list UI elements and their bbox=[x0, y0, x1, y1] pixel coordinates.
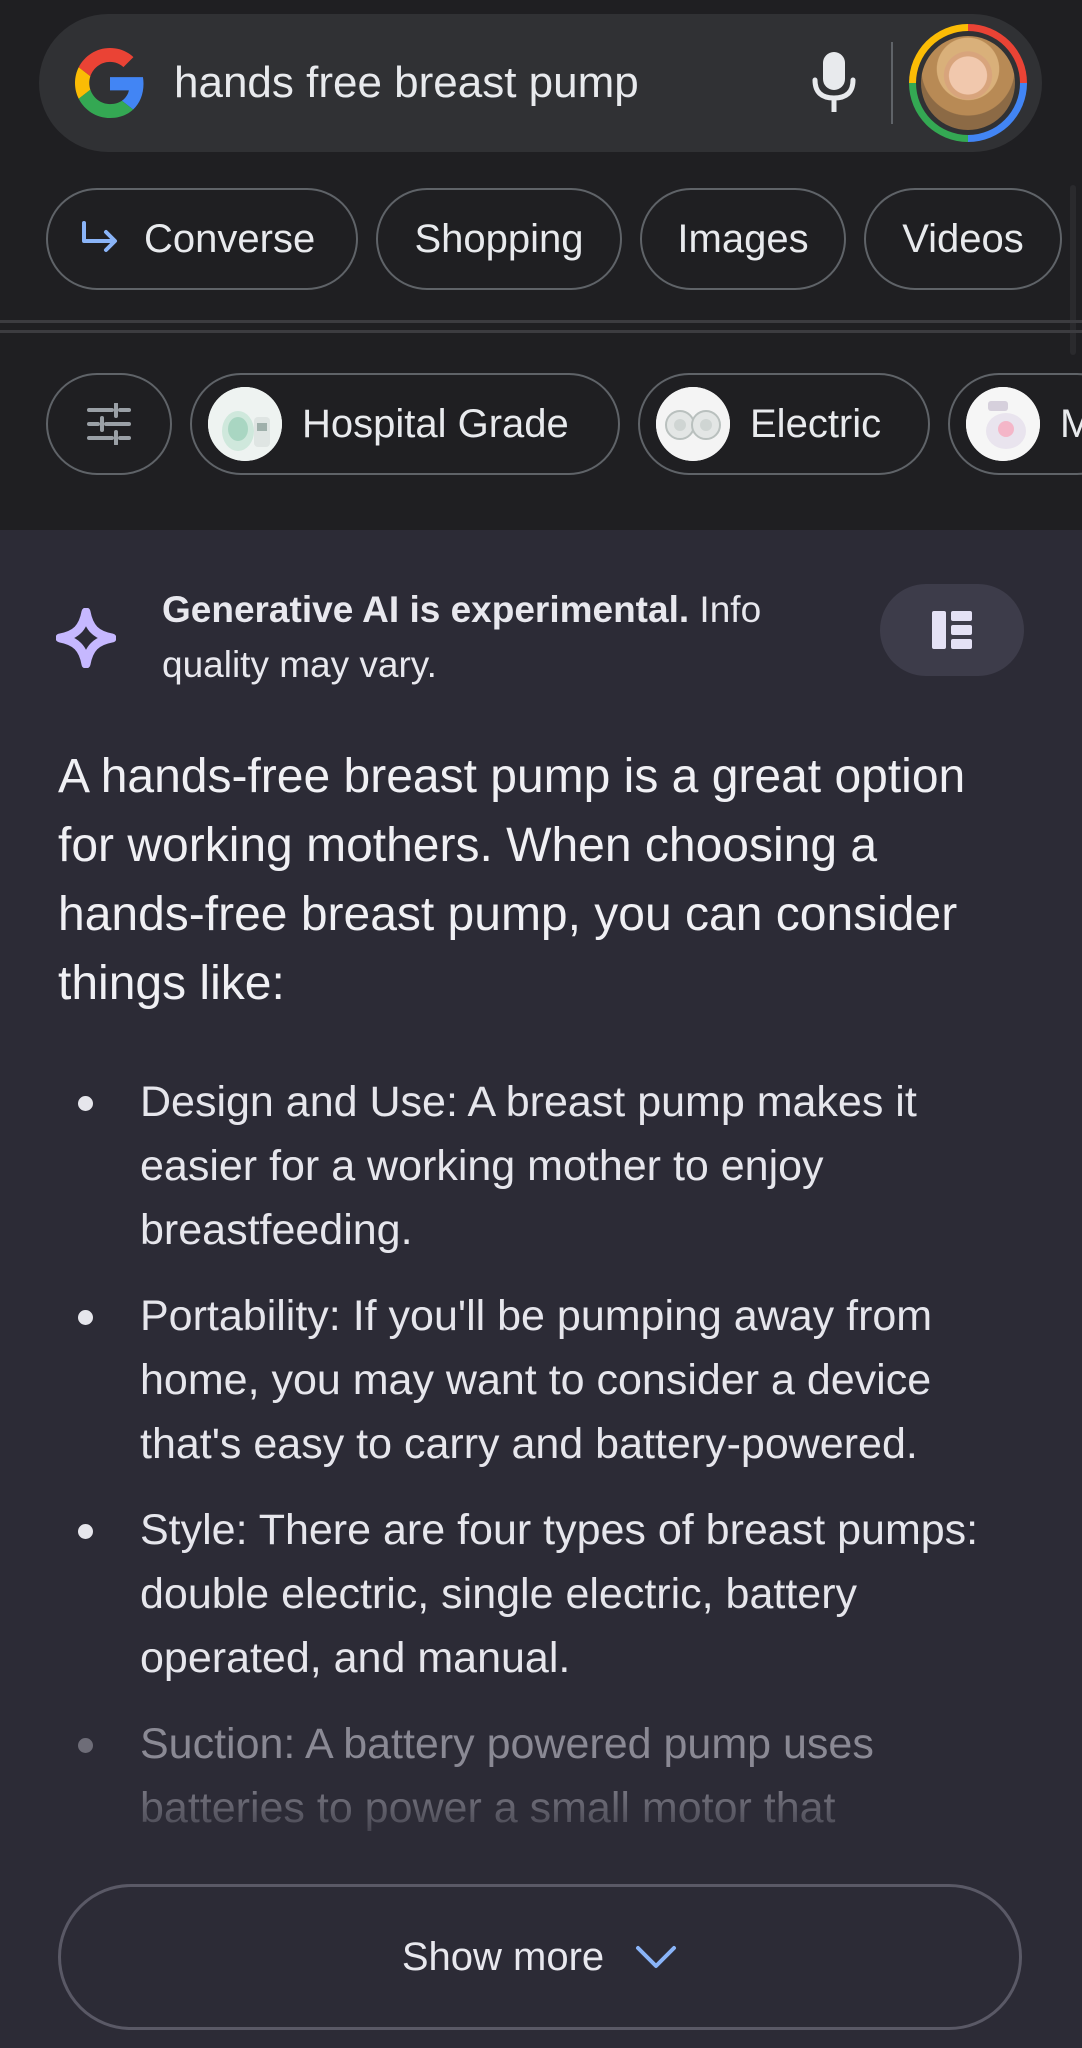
tab-shopping[interactable]: Shopping bbox=[376, 188, 622, 290]
filter-more-label: M bbox=[1060, 401, 1082, 446]
content-fade-overlay bbox=[0, 1770, 1082, 1890]
google-logo-icon bbox=[75, 48, 144, 118]
search-divider bbox=[891, 42, 893, 124]
ai-overview: Generative AI is experimental. Info qual… bbox=[0, 530, 1082, 2048]
ai-intro-paragraph: A hands-free breast pump is a great opti… bbox=[58, 750, 966, 1010]
bullet-dot bbox=[78, 1524, 93, 1539]
chevron-down-icon bbox=[636, 1946, 677, 1968]
list-item: Portability: If you'll be pumping away f… bbox=[58, 1284, 1028, 1476]
hospital-grade-thumbnail bbox=[208, 387, 282, 461]
tab-videos-label: Videos bbox=[902, 216, 1024, 261]
layout-list-icon bbox=[932, 611, 972, 649]
layout-toggle-button[interactable] bbox=[880, 584, 1024, 676]
generative-ai-sparkle-icon bbox=[56, 608, 116, 668]
list-item: Design and Use: A breast pump makes it e… bbox=[58, 1070, 1028, 1262]
microphone-icon[interactable] bbox=[807, 50, 861, 116]
ai-bullet-list: Design and Use: A breast pump makes it e… bbox=[58, 1070, 1028, 1862]
ai-disclaimer-bold: Generative AI is experimental. bbox=[162, 589, 690, 630]
tab-shopping-label: Shopping bbox=[414, 216, 584, 261]
filter-hospital-grade-label: Hospital Grade bbox=[302, 401, 569, 446]
tune-sliders-icon bbox=[87, 403, 131, 445]
account-avatar[interactable] bbox=[909, 24, 1027, 142]
search-query-text[interactable]: hands free breast pump bbox=[174, 14, 639, 152]
filter-hospital-grade[interactable]: Hospital Grade bbox=[190, 373, 620, 475]
tab-images[interactable]: Images bbox=[640, 188, 846, 290]
list-item-text: Design and Use: A breast pump makes it e… bbox=[140, 1078, 917, 1254]
filter-settings-button[interactable] bbox=[46, 373, 172, 475]
filter-electric[interactable]: Electric bbox=[638, 373, 930, 475]
avatar-photo bbox=[921, 36, 1015, 130]
ai-disclaimer: Generative AI is experimental. Info qual… bbox=[162, 582, 862, 692]
tab-videos[interactable]: Videos bbox=[864, 188, 1062, 290]
filter-more[interactable]: M bbox=[948, 373, 1082, 475]
tab-images-label: Images bbox=[677, 216, 809, 261]
bullet-dot bbox=[78, 1310, 93, 1325]
search-bar[interactable]: hands free breast pump bbox=[39, 14, 1042, 152]
bullet-dot bbox=[78, 1738, 93, 1753]
tab-converse[interactable]: Converse bbox=[46, 188, 358, 290]
list-item: Style: There are four types of breast pu… bbox=[58, 1498, 1028, 1690]
arrow-turn-right-icon bbox=[82, 221, 117, 252]
filter-more-thumbnail bbox=[966, 387, 1040, 461]
search-header: hands free breast pump Converse Shopping… bbox=[0, 0, 1082, 530]
list-item-text: Portability: If you'll be pumping away f… bbox=[140, 1292, 933, 1468]
electric-thumbnail bbox=[656, 387, 730, 461]
filter-electric-label: Electric bbox=[750, 401, 882, 446]
bullet-dot bbox=[78, 1096, 93, 1111]
header-divider-2 bbox=[0, 330, 1082, 333]
header-divider-1 bbox=[0, 320, 1082, 323]
tab-converse-label: Converse bbox=[144, 216, 316, 261]
show-more-label: Show more bbox=[401, 1934, 605, 1979]
list-item-text: Style: There are four types of breast pu… bbox=[140, 1506, 979, 1682]
show-more-button[interactable]: Show more bbox=[58, 1884, 1022, 2030]
